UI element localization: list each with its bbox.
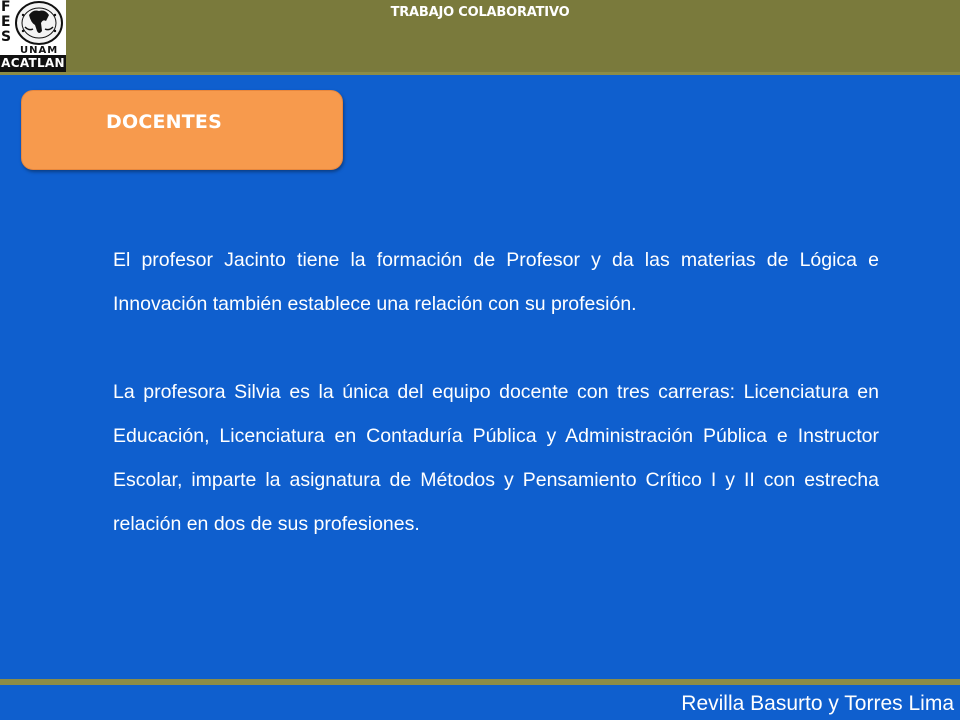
logo-fes-letters: F E S bbox=[1, 0, 13, 45]
logo-acatlan-text: ACATLAN bbox=[0, 55, 66, 72]
section-title: DOCENTES bbox=[106, 111, 222, 133]
fes-acatlan-logo: F E S UNAM ACATLAN bbox=[0, 0, 66, 72]
paragraph-jacinto: El profesor Jacinto tiene la formación d… bbox=[113, 249, 879, 315]
logo-letter-f: F bbox=[1, 0, 11, 15]
body-text: El profesor Jacinto tiene la formación d… bbox=[113, 238, 879, 590]
header-title: TRABAJO COLABORATIVO bbox=[390, 5, 570, 20]
section-title-box: DOCENTES bbox=[21, 90, 343, 170]
paragraph-silvia: La profesora Silvia es la única del equi… bbox=[113, 381, 879, 535]
unam-seal-icon bbox=[15, 1, 63, 45]
logo-letter-s: S bbox=[1, 29, 12, 45]
footer-divider bbox=[0, 679, 960, 685]
slide: TRABAJO COLABORATIVO F E S UNAM ACATLAN … bbox=[0, 0, 960, 720]
header-bar: TRABAJO COLABORATIVO bbox=[0, 0, 960, 75]
footer-authors: Revilla Basurto y Torres Lima bbox=[681, 692, 954, 715]
logo-letter-e: E bbox=[1, 14, 11, 30]
